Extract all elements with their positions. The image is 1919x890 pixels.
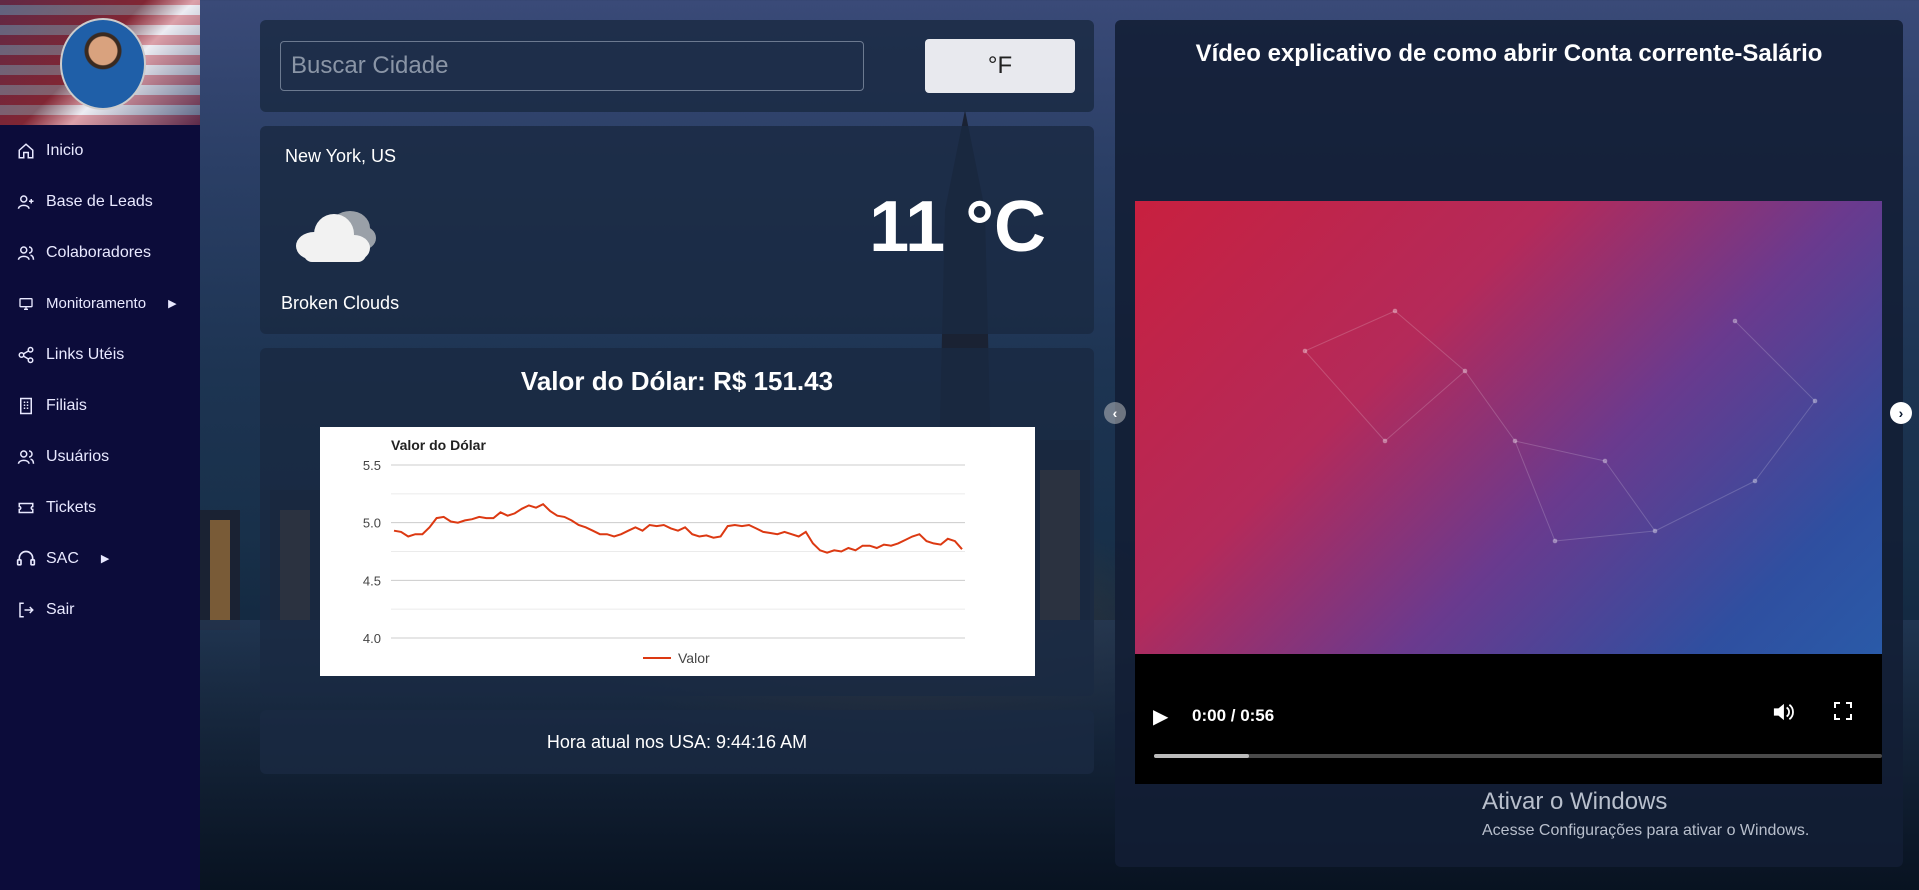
building-icon	[16, 396, 36, 416]
sidebar-item-label: Filiais	[46, 396, 87, 414]
cloud-icon	[296, 211, 376, 262]
windows-activation-subtitle: Acesse Configurações para ativar o Windo…	[1482, 822, 1810, 839]
sidebar-item-label: SAC	[46, 549, 79, 567]
city-search-input[interactable]	[280, 41, 864, 91]
sidebar-item-tickets[interactable]: Tickets	[0, 482, 200, 533]
home-icon	[16, 141, 36, 161]
sidebar-nav: Inicio Base de Leads Colaboradores Monit…	[0, 125, 200, 635]
users-icon	[16, 447, 36, 467]
sidebar-item-label: Base de Leads	[46, 192, 153, 210]
sidebar-item-label: Inicio	[46, 141, 84, 159]
dolar-line-chart: Valor do Dólar 5.5 5.0 4.5 4.0 Valor	[363, 437, 965, 666]
ticket-icon	[16, 498, 36, 518]
video-progress-fill	[1154, 754, 1249, 758]
weather-panel: New York, US 11 °C Broken Clouds	[260, 126, 1094, 334]
video-player[interactable]	[1135, 201, 1882, 654]
legend-label: Valor	[678, 650, 710, 666]
sidebar-item-sac[interactable]: SAC ▶	[0, 533, 200, 584]
video-time: 0:00 / 0:56	[1192, 706, 1275, 725]
fullscreen-icon[interactable]	[1834, 702, 1852, 726]
headset-icon	[16, 549, 36, 569]
sidebar-item-sair[interactable]: Sair	[0, 584, 200, 635]
avatar[interactable]	[60, 18, 146, 110]
unit-toggle-button[interactable]: °F	[925, 39, 1075, 93]
windows-activation-title: Ativar o Windows	[1482, 788, 1668, 815]
sidebar-item-base-de-leads[interactable]: Base de Leads	[0, 176, 200, 227]
caret-right-icon: ▶	[100, 553, 110, 565]
share-icon	[16, 345, 36, 365]
video-controls: ▶ 0:00 / 0:56	[1135, 654, 1882, 784]
monitor-icon	[16, 294, 36, 314]
user-plus-icon	[16, 192, 36, 212]
video-progress-bar[interactable]	[1154, 754, 1882, 758]
sidebar-item-label: Monitoramento	[46, 295, 147, 312]
search-panel: °F	[260, 20, 1094, 112]
dolar-panel: Valor do Dólar: R$ 151.43 Valor do Dólar…	[260, 348, 1094, 696]
sidebar-item-colaboradores[interactable]: Colaboradores	[0, 227, 200, 278]
logout-icon	[16, 600, 36, 620]
sidebar-item-links-uteis[interactable]: Links Utéis	[0, 329, 200, 380]
sidebar-item-usuarios[interactable]: Usuários	[0, 431, 200, 482]
volume-icon[interactable]	[1772, 702, 1794, 728]
sidebar-item-inicio[interactable]: Inicio	[0, 125, 200, 176]
video-panel: Vídeo explicativo de como abrir Conta co…	[1115, 20, 1903, 867]
sidebar-item-filiais[interactable]: Filiais	[0, 380, 200, 431]
sidebar-item-label: Links Utéis	[46, 345, 125, 363]
sidebar-item-label: Tickets	[46, 498, 97, 516]
sidebar-item-label: Sair	[46, 600, 75, 618]
y-tick-label: 5.0	[363, 516, 381, 531]
carousel-next-button[interactable]: ›	[1890, 402, 1912, 424]
y-tick-label: 4.0	[363, 631, 381, 646]
usa-time-text: Hora atual nos USA: 9:44:16 AM	[546, 731, 808, 752]
sidebar-item-label: Colaboradores	[46, 243, 151, 261]
play-icon[interactable]: ▶	[1153, 704, 1168, 729]
network-pattern-graphic	[1302, 308, 1818, 544]
carousel-prev-button[interactable]: ‹	[1104, 402, 1126, 424]
dolar-chart: Valor do Dólar 5.5 5.0 4.5 4.0 Valor	[320, 427, 1035, 676]
weather-city: New York, US	[285, 146, 397, 166]
dolar-value-title: Valor do Dólar: R$ 151.43	[520, 366, 834, 396]
chart-title: Valor do Dólar	[391, 437, 486, 453]
windows-activation-watermark: Ativar o Windows Acesse Configurações pa…	[1482, 788, 1809, 840]
profile-banner	[0, 0, 200, 125]
weather-temperature: 11 °C	[869, 187, 1046, 267]
sidebar-item-label: Usuários	[46, 447, 110, 465]
series-line-valor	[393, 502, 963, 554]
weather-condition: Broken Clouds	[281, 293, 400, 313]
sidebar-item-monitoramento[interactable]: Monitoramento ▶	[0, 278, 200, 329]
sidebar: Inicio Base de Leads Colaboradores Monit…	[0, 0, 200, 890]
y-tick-label: 5.5	[363, 458, 381, 473]
usa-time-panel: Hora atual nos USA: 9:44:16 AM	[260, 710, 1094, 774]
users-icon	[16, 243, 36, 263]
y-tick-label: 4.5	[363, 573, 381, 588]
caret-right-icon: ▶	[168, 298, 177, 310]
video-title: Vídeo explicativo de como abrir Conta co…	[1195, 40, 1823, 67]
